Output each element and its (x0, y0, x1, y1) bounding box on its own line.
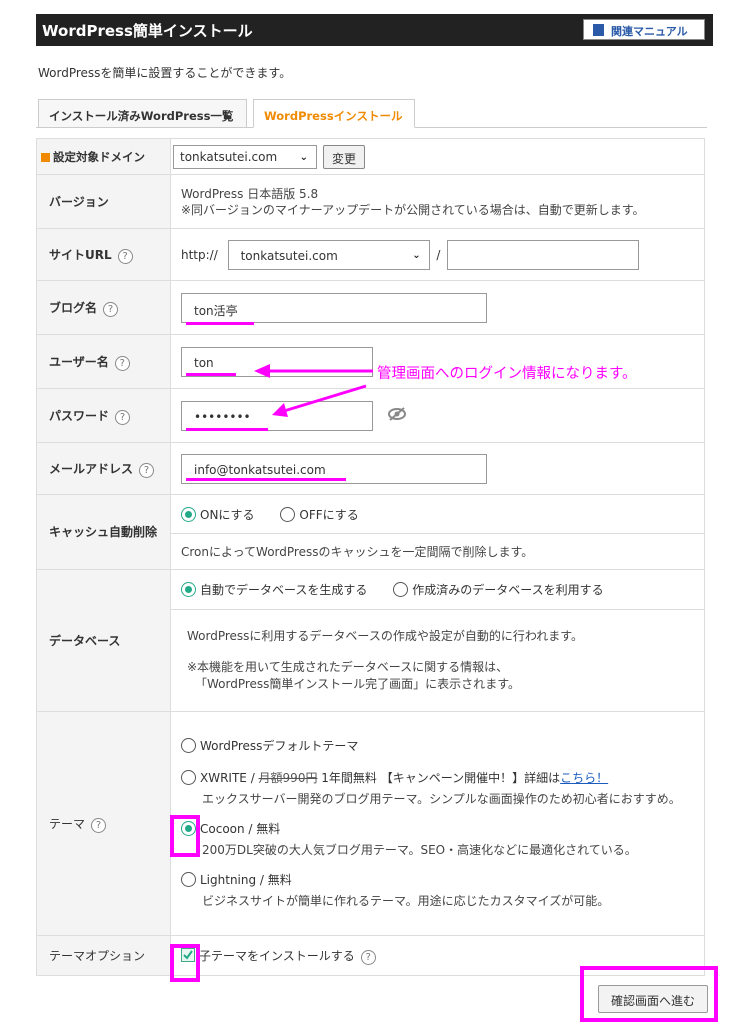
username-label: ユーザー名 (49, 354, 109, 369)
help-icon[interactable]: ? (117, 248, 133, 264)
email-label-cell: メールアドレス? (36, 442, 171, 495)
child-theme-label: 子テーマをインストールする (199, 948, 355, 963)
theme-cocoon-desc: 200万DL突破の大人気ブログ用テーマ。SEO・高速化などに最適化されている。 (202, 842, 637, 857)
email-highlight (186, 478, 346, 481)
domain-select[interactable]: tonkatsutei.com ⌄ (173, 144, 317, 169)
theme-lightning-radio[interactable] (181, 871, 196, 887)
cache-options-cell: ONにする OFFにする (170, 494, 705, 534)
tab-install[interactable]: WordPressインストール (253, 99, 415, 128)
theme-options-cell: WordPressデフォルトテーマ XWRITE / 月額990円 1年間無料 … (170, 711, 705, 936)
theme-xwrite-link[interactable]: こちら！ (560, 771, 608, 785)
database-auto-radio[interactable] (181, 582, 196, 597)
cache-off-label: OFFにする (299, 507, 359, 522)
theme-lightning-desc: ビジネスサイトが簡単に作れるテーマ。用途に応じたカスタマイズが可能。 (202, 893, 610, 908)
help-icon[interactable]: ? (114, 355, 130, 371)
help-icon[interactable]: ? (139, 462, 155, 478)
theme-lightning-label: Lightning / 無料 (200, 872, 292, 887)
change-domain-button[interactable]: 変更 (323, 144, 366, 169)
theme-xwrite-promo: 1年間無料 【キャンペーン開催中！】詳細は (317, 770, 561, 785)
theme-xwrite-radio[interactable] (181, 769, 196, 785)
password-label-cell: パスワード? (36, 388, 171, 443)
cache-off-radio[interactable] (280, 506, 296, 522)
site-url-scheme: http:// (181, 247, 218, 262)
blog-name-cell: ton活亭 (170, 280, 705, 335)
theme-label: テーマ (49, 816, 86, 831)
theme-cocoon-label: Cocoon / 無料 (200, 821, 281, 836)
theme-default-label: WordPressデフォルトテーマ (200, 738, 359, 753)
theme-label-cell: テーマ? (36, 711, 171, 936)
database-auto-label: 自動でデータベースを生成する (200, 583, 368, 597)
cache-label: キャッシュ自動削除 (36, 494, 171, 570)
help-icon[interactable]: ? (103, 301, 119, 317)
blog-name-label: ブログ名 (49, 300, 98, 315)
database-desc-cell: WordPressに利用するデータベースの作成や設定が自動的に行われます。 ※本… (170, 609, 705, 712)
database-options-cell: 自動でデータベースを生成する 作成済みのデータベースを利用する (170, 569, 705, 610)
domain-cell: tonkatsutei.com ⌄ 変更 (170, 138, 705, 175)
manual-button[interactable]: 関連マニュアル (583, 19, 705, 40)
site-url-path-input[interactable] (447, 239, 640, 270)
password-highlight (186, 428, 268, 431)
database-note-2: 「WordPress簡単インストール完了画面」に表示されます。 (195, 677, 520, 691)
database-existing-radio[interactable] (393, 582, 409, 597)
page-title: WordPress簡単インストール (42, 22, 253, 40)
child-theme-highlight-box (170, 944, 200, 982)
chevron-down-icon: ⌄ (299, 151, 308, 163)
cache-desc: CronによってWordPressのキャッシュを一定間隔で削除します。 (170, 533, 705, 570)
arrow-annotation (254, 364, 373, 417)
site-url-domain-value: tonkatsutei.com (240, 248, 338, 263)
book-icon (593, 24, 604, 36)
tab-installed-list[interactable]: インストール済みWordPress一覧 (38, 99, 247, 128)
email-cell: info@tonkatsutei.com (170, 442, 705, 495)
version-label: バージョン (36, 174, 171, 229)
domain-select-value: tonkatsutei.com (180, 149, 278, 164)
domain-label: 設定対象ドメイン (53, 149, 145, 164)
database-existing-label: 作成済みのデータベースを利用する (412, 583, 604, 597)
theme-default-radio[interactable] (181, 737, 196, 753)
eye-slash-icon[interactable] (387, 406, 407, 425)
version-value: WordPress 日本語版 5.8 (181, 186, 319, 201)
theme-xwrite-old-price: 月額990円 (258, 770, 318, 785)
cache-on-radio[interactable] (181, 506, 196, 522)
username-label-cell: ユーザー名? (36, 334, 171, 389)
site-url-label-cell: サイトURL? (36, 228, 171, 281)
blog-name-highlight (186, 322, 254, 325)
password-label: パスワード (49, 408, 110, 423)
manual-button-label: 関連マニュアル (611, 25, 688, 38)
blog-name-label-cell: ブログ名? (36, 280, 171, 335)
theme-option-label: テーマオプション (36, 935, 171, 976)
help-icon[interactable]: ? (91, 817, 107, 833)
intro-text: WordPressを簡単に設置することができます。 (38, 66, 292, 80)
version-note: ※同バージョンのマイナーアップデートが公開されている場合は、自動で更新します。 (181, 202, 645, 217)
email-label: メールアドレス (49, 461, 134, 476)
help-icon[interactable]: ? (360, 949, 376, 965)
install-form: 設定対象ドメイン tonkatsutei.com ⌄ 変更 バージョン Word… (36, 138, 705, 976)
cocoon-highlight-box (170, 815, 200, 857)
site-url-slash: / (436, 247, 441, 262)
username-highlight (186, 373, 236, 376)
cache-on-label: ONにする (200, 507, 255, 522)
database-desc: WordPressに利用するデータベースの作成や設定が自動的に行われます。 (187, 629, 584, 643)
domain-label-cell: 設定対象ドメイン (36, 138, 171, 175)
site-url-domain-select[interactable]: tonkatsutei.com ⌄ (227, 239, 430, 270)
database-note: ※本機能を用いて生成されたデータベースに関する情報は、 (187, 660, 509, 674)
help-icon[interactable]: ? (115, 409, 131, 425)
blog-name-input[interactable]: ton活亭 (181, 292, 487, 323)
theme-xwrite-label: XWRITE / (200, 770, 259, 785)
login-info-annotation: 管理画面へのログイン情報になります。 (377, 366, 637, 382)
theme-xwrite-desc: エックスサーバー開発のブログ用テーマ。シンプルな画面操作のため初心者におすすめ。 (202, 791, 681, 806)
site-url-cell: http:// tonkatsutei.com ⌄ / (170, 228, 705, 281)
site-url-label: サイトURL (49, 247, 112, 262)
required-icon (41, 152, 50, 162)
version-cell: WordPress 日本語版 5.8 ※同バージョンのマイナーアップデートが公開… (170, 174, 705, 229)
confirm-button-highlight-box (580, 966, 718, 1022)
chevron-down-icon: ⌄ (412, 249, 421, 261)
database-label: データベース (36, 569, 171, 712)
